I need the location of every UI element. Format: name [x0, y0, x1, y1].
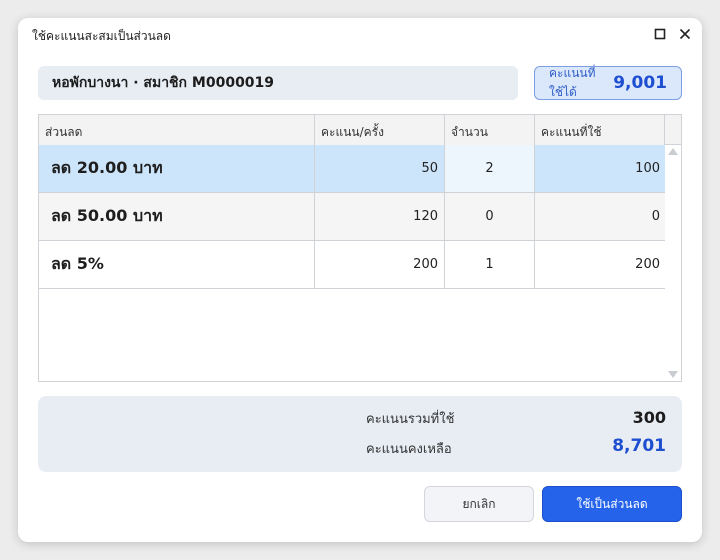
total-points-used-label: คะแนนรวมที่ใช้ [366, 412, 455, 427]
table-corner [665, 115, 681, 145]
scroll-down-icon[interactable] [668, 371, 678, 378]
member-label: หอพักบางนา · สมาชิก M0000019 [52, 75, 275, 91]
table-row[interactable]: ลด 20.00 บาท 50 2 100 [39, 145, 665, 193]
quantity-field[interactable]: 1 [445, 241, 535, 288]
available-points-badge: คะแนนที่ใช้ได้ 9,001 [534, 66, 682, 100]
title-bar: ใช้คะแนนสะสมเป็นส่วนลด [18, 18, 702, 52]
column-header-quantity[interactable]: จำนวน [445, 115, 535, 145]
member-info: หอพักบางนา · สมาชิก M0000019 [38, 66, 518, 100]
maximize-icon[interactable] [652, 26, 668, 42]
points-used: 200 [635, 257, 660, 272]
dialog-title: ใช้คะแนนสะสมเป็นส่วนลด [32, 29, 171, 43]
table-row[interactable]: ลด 50.00 บาท 120 0 0 [39, 193, 665, 241]
cancel-button[interactable]: ยกเลิก [424, 486, 534, 522]
points-per-use: 200 [315, 241, 445, 288]
vertical-scrollbar[interactable] [665, 145, 681, 381]
points-per-use: 120 [315, 193, 445, 240]
quantity-field[interactable]: 2 [445, 145, 535, 192]
scroll-up-icon[interactable] [668, 148, 678, 155]
column-header-points-used[interactable]: คะแนนที่ใช้ [535, 115, 665, 145]
discount-name: ลด 5% [39, 241, 315, 288]
table-row[interactable]: ลด 5% 200 1 200 [39, 241, 665, 289]
remaining-points-value: 8,701 [612, 436, 666, 456]
remaining-points-label: คะแนนคงเหลือ [366, 442, 452, 457]
points-used: 100 [635, 161, 660, 176]
points-used: 0 [651, 209, 660, 224]
discount-name: ลด 20.00 บาท [39, 145, 315, 192]
column-header-points-per-use[interactable]: คะแนน/ครั้ง [315, 115, 445, 145]
discount-table: ส่วนลด คะแนน/ครั้ง จำนวน คะแนนที่ใช้ ลด … [38, 114, 682, 382]
total-points-used-value: 300 [632, 408, 666, 427]
points-per-use: 50 [315, 145, 445, 192]
discount-name: ลด 50.00 บาท [39, 193, 315, 240]
quantity-field[interactable]: 0 [445, 193, 535, 240]
available-points-value: 9,001 [613, 73, 667, 93]
close-icon[interactable] [677, 26, 693, 42]
redeem-points-dialog: ใช้คะแนนสะสมเป็นส่วนลด หอพักบางนา · สมาช… [18, 18, 702, 542]
apply-discount-button[interactable]: ใช้เป็นส่วนลด [542, 486, 682, 522]
points-summary: คะแนนรวมที่ใช้ 300 คะแนนคงเหลือ 8,701 [38, 396, 682, 472]
table-header: ส่วนลด คะแนน/ครั้ง จำนวน คะแนนที่ใช้ [39, 115, 665, 146]
available-points-label: คะแนนที่ใช้ได้ [549, 66, 596, 99]
column-header-discount[interactable]: ส่วนลด [39, 115, 315, 145]
